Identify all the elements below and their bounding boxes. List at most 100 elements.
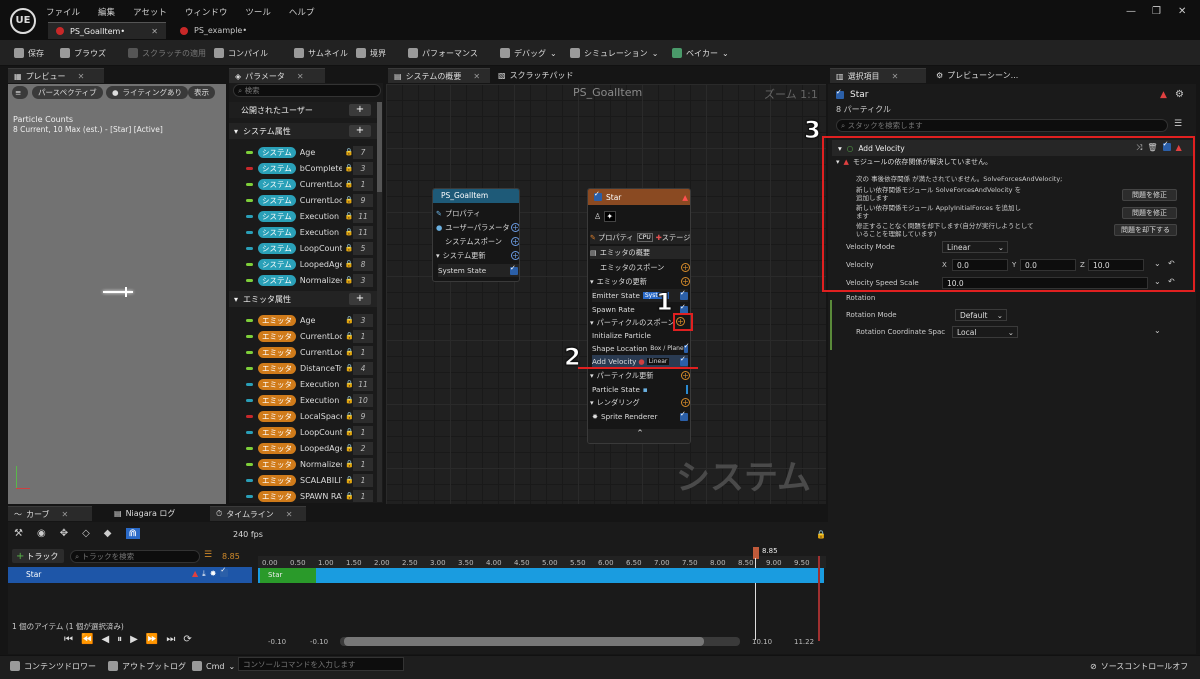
- enabled-checkbox[interactable]: [510, 264, 518, 275]
- show-button[interactable]: 表示: [188, 86, 215, 99]
- parameter-row[interactable]: システム Age 🔒 7: [229, 144, 379, 160]
- system-node-user-params[interactable]: ● ユーザーパラメータ +: [436, 221, 519, 234]
- parameters-search-input[interactable]: ⌕ 検索: [233, 84, 381, 97]
- collapse-icon[interactable]: ▾: [590, 318, 594, 327]
- save-button[interactable]: 保存: [14, 46, 44, 60]
- browse-button[interactable]: ブラウズ: [60, 46, 106, 60]
- star-track-section[interactable]: Star: [260, 568, 316, 583]
- collapse-icon[interactable]: ▾: [590, 371, 594, 380]
- emitter-summary[interactable]: ▤ エミッタの概要: [590, 246, 690, 259]
- perspective-button[interactable]: パースペクティブ: [32, 86, 103, 99]
- particle-spawn-group[interactable]: ▾ パーティクルのスポーン: [590, 316, 680, 329]
- time-ruler[interactable]: 0.00 0.50 1.00 1.50 2.00 2.50 3.00 3.50 4.00 4.50…: [258, 556, 826, 568]
- add-parameter-button[interactable]: +: [349, 104, 371, 116]
- filter-icon[interactable]: ☰: [204, 550, 212, 560]
- collapse-icon[interactable]: ▾: [234, 295, 238, 304]
- skip-to-start-icon[interactable]: ⏮: [64, 634, 73, 645]
- tab-preview-scene[interactable]: ⚙ プレビューシーン...: [930, 68, 1040, 83]
- add-parameter-button[interactable]: +: [349, 293, 371, 305]
- parameter-row[interactable]: エミッタ LoopedAge 🔒 2: [229, 440, 379, 456]
- tab-ps-example[interactable]: PS_example•: [172, 22, 282, 39]
- collapse-icon[interactable]: ▾: [234, 127, 238, 136]
- play-reverse-icon[interactable]: ◀: [101, 634, 109, 645]
- tab-niagara-log[interactable]: ▤ Niagara ログ: [108, 506, 208, 521]
- minimize-icon[interactable]: —: [1126, 6, 1136, 17]
- performance-button[interactable]: パフォーマンス: [408, 46, 478, 60]
- bounds-button[interactable]: 境界: [356, 46, 386, 60]
- thumbnail-button[interactable]: サムネイル: [294, 46, 348, 60]
- settings-gear-icon[interactable]: ⚙: [1175, 89, 1184, 100]
- tab-system-overview[interactable]: ▤ システムの概要 ✕: [388, 68, 490, 83]
- parameters-scrollbar[interactable]: [377, 102, 382, 502]
- add-icon[interactable]: +: [681, 398, 690, 407]
- close-icon[interactable]: ✕: [62, 510, 69, 519]
- wrench-icon[interactable]: ⚒: [14, 528, 23, 539]
- parameter-row[interactable]: エミッタ Age 🔒 3: [229, 312, 379, 328]
- add-parameter-button[interactable]: +: [349, 125, 371, 137]
- tab-timeline[interactable]: ⏱ タイムライン ✕: [210, 506, 306, 521]
- parameter-row[interactable]: システム LoopCount 🔒 5: [229, 240, 379, 256]
- step-back-icon[interactable]: ⏪: [81, 634, 93, 645]
- close-icon[interactable]: ✕: [286, 510, 293, 519]
- play-icon[interactable]: ▶: [130, 634, 138, 645]
- rendering-group[interactable]: ▾ レンダリング +: [590, 396, 690, 409]
- parameter-row[interactable]: エミッタ DistanceTr 🔒 4: [229, 360, 379, 376]
- system-node-properties[interactable]: ✎ プロパティ: [436, 207, 481, 220]
- particle-update-group[interactable]: ▾ パーティクル更新 +: [590, 369, 690, 382]
- parameter-row[interactable]: システムbComplete(🔒3: [229, 160, 379, 176]
- parameter-row[interactable]: システム LoopedAge 🔒 8: [229, 256, 379, 272]
- close-window-icon[interactable]: ✕: [1178, 6, 1186, 17]
- parameter-row[interactable]: システム CurrentLoo 🔒 9: [229, 192, 379, 208]
- track-search-input[interactable]: ⌕ トラックを検索: [70, 550, 200, 563]
- playhead-handle[interactable]: [753, 547, 759, 559]
- enabled-checkbox[interactable]: [220, 566, 229, 577]
- parameter-row[interactable]: エミッタ SPAWN RAT 🔒 1: [229, 488, 379, 502]
- range-scrollbar[interactable]: [340, 637, 740, 646]
- close-icon[interactable]: ✕: [151, 27, 158, 36]
- tab-scratchpad[interactable]: ▧ スクラッチパッド: [492, 68, 582, 83]
- parameter-row[interactable]: システム Normalized 🔒 3: [229, 272, 379, 288]
- collapse-icon[interactable]: ▾: [436, 251, 440, 260]
- parameter-row[interactable]: エミッタ LoopCount 🔒 1: [229, 424, 379, 440]
- system-attributes-section[interactable]: ▾ システム属性 +: [229, 123, 379, 139]
- rotation-space-select[interactable]: Local ⌄: [952, 326, 1018, 338]
- range-start[interactable]: -0.10: [268, 638, 286, 646]
- snap-magnet-icon[interactable]: ⋒: [125, 528, 140, 539]
- chevron-down-icon[interactable]: ⌄: [1154, 326, 1161, 335]
- tab-parameters[interactable]: ◈ パラメータ ✕: [229, 68, 325, 83]
- emitter-update-group[interactable]: ▾ エミッタの更新 +: [590, 275, 690, 288]
- download-icon[interactable]: ⤓: [202, 569, 206, 579]
- source-control-button[interactable]: ⊘ ソースコントロールオフ: [1090, 659, 1188, 673]
- add-icon[interactable]: +: [511, 237, 519, 246]
- menu-item[interactable]: ツール: [245, 6, 271, 20]
- system-node-spawn[interactable]: システムスポーン +: [445, 235, 519, 248]
- compile-button[interactable]: コンパイル: [214, 46, 268, 60]
- range-end-2[interactable]: 11.22: [794, 638, 814, 646]
- collapse-icon[interactable]: ▾: [590, 398, 594, 407]
- parameter-row[interactable]: システム Execution 🔒 11: [229, 224, 379, 240]
- end-marker[interactable]: [818, 556, 820, 641]
- parameter-row[interactable]: エミッタ Execution 🔒 11: [229, 376, 379, 392]
- add-icon[interactable]: +: [511, 251, 519, 260]
- skip-to-end-icon[interactable]: ⏭: [166, 634, 175, 645]
- emitter-state-module[interactable]: Emitter State System: [592, 289, 688, 302]
- hamburger-menu-icon[interactable]: ≡: [12, 86, 28, 99]
- lighting-button[interactable]: ● ライティングあり: [106, 86, 188, 99]
- shape-location-module[interactable]: Shape Location Box / Plane: [592, 342, 690, 355]
- parameter-row[interactable]: エミッタ SCALABILIT 🔒 1: [229, 472, 379, 488]
- enabled-checkbox[interactable]: [680, 289, 688, 300]
- system-state-module[interactable]: System State: [438, 264, 519, 277]
- transform-icon[interactable]: ✥: [60, 528, 68, 539]
- parameter-row[interactable]: エミッタ CurrentLoo 🔒 1: [229, 344, 379, 360]
- parameter-row[interactable]: エミッタ LocalSpace 🔒 9: [229, 408, 379, 424]
- close-icon[interactable]: ✕: [78, 72, 85, 81]
- tab-ps-goalitem[interactable]: PS_GoalItem• ✕: [48, 22, 166, 39]
- emitter-attributes-section[interactable]: ▾ エミッタ属性 +: [229, 291, 379, 307]
- add-icon[interactable]: +: [681, 263, 690, 272]
- enabled-checkbox[interactable]: [680, 410, 688, 421]
- parameter-row[interactable]: システム Execution 🔒 11: [229, 208, 379, 224]
- parameter-row[interactable]: システム CurrentLoo 🔒 1: [229, 176, 379, 192]
- star-track-bar[interactable]: [258, 568, 824, 583]
- parameter-row[interactable]: エミッタ CurrentLoo 🔒 1: [229, 328, 379, 344]
- sprite-renderer-module[interactable]: ✸ Sprite Renderer: [592, 410, 688, 423]
